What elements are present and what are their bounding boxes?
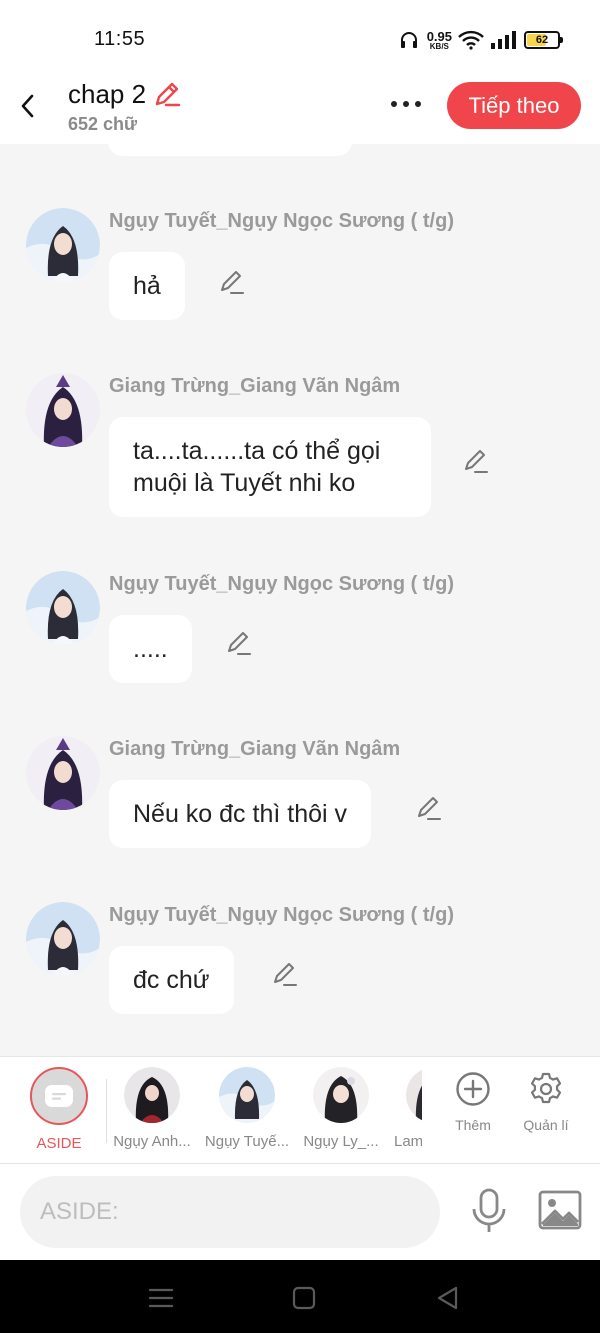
more-options-button[interactable] [386,92,426,116]
character-name: Ngụy Tuyế... [204,1133,290,1150]
avatar[interactable] [26,208,100,282]
back-button[interactable] [12,86,44,126]
menu-icon[interactable] [147,1284,175,1312]
image-icon[interactable] [538,1190,582,1230]
chat-area[interactable]: Ngụy Tuyết_Ngụy Ngọc Sương ( t/g) hả Gia… [0,144,600,1056]
character-name: Ngụy Anh... [113,1133,191,1150]
previous-message-bubble [108,144,352,156]
character-bar: ASIDE Ngụy Anh... Ngụy Tuyế... Ngụy Ly_.… [0,1056,600,1164]
signal-icon [491,31,516,49]
avatar[interactable] [26,373,100,447]
character-avatar [219,1067,275,1123]
plus-circle-icon [456,1072,490,1106]
message-bubble[interactable]: đc chứ [109,946,234,1014]
edit-message-icon[interactable] [218,268,246,296]
sender-name: Ngụy Tuyết_Ngụy Ngọc Sương ( t/g) [109,573,454,595]
edit-message-icon[interactable] [271,960,299,988]
sender-name: Ngụy Tuyết_Ngụy Ngọc Sương ( t/g) [109,904,454,926]
avatar[interactable] [26,736,100,810]
header: chap 2 652 chữ Tiếp theo [0,78,600,144]
character-item[interactable]: Ngụy Ly_... [298,1067,384,1150]
back-triangle-icon[interactable] [434,1284,462,1312]
chevron-left-icon [21,94,34,118]
word-count: 652 chữ [68,114,138,134]
status-bar: 11:55 0.95 KB/S 62 [0,0,600,78]
wifi-icon [458,30,484,50]
aside-icon [45,1085,73,1107]
sender-name: Ngụy Tuyết_Ngụy Ngọc Sương ( t/g) [109,210,454,232]
manage-label: Quản lí [523,1117,569,1133]
edit-message-icon[interactable] [225,629,253,657]
character-item[interactable]: Lam [392,1067,422,1150]
status-icons: 0.95 KB/S 62 [399,26,563,54]
edit-message-icon[interactable] [415,794,443,822]
headphones-icon [400,32,417,48]
character-name: Lam [394,1133,422,1150]
message-input[interactable] [20,1176,440,1248]
input-bar [0,1164,600,1260]
avatar[interactable] [26,571,100,645]
message-bubble[interactable]: Nếu ko đc thì thôi v [109,780,372,848]
character-avatar [406,1067,422,1123]
home-icon[interactable] [290,1284,318,1312]
message-bubble[interactable]: hả [109,252,185,320]
character-avatar [124,1067,180,1123]
add-label: Thêm [455,1117,491,1133]
edit-message-icon[interactable] [462,447,490,475]
character-aside[interactable]: ASIDE [16,1067,102,1152]
title-block: chap 2 652 chữ [68,78,182,135]
message-bubble[interactable]: ..... [109,615,192,683]
network-speed-unit: KB/S [429,41,449,51]
battery-icon: 62 [524,31,563,49]
edit-title-icon[interactable] [152,79,182,109]
divider [106,1079,107,1143]
gear-icon [530,1072,562,1104]
status-time: 11:55 [94,28,146,50]
message-bubble[interactable]: ta....ta......ta có thể gọi muội là Tuyế… [109,417,431,517]
character-item[interactable]: Ngụy Anh... [109,1067,195,1150]
character-name: Ngụy Ly_... [303,1133,379,1150]
sender-name: Giang Trừng_Giang Vãn Ngâm [109,738,401,760]
microphone-icon[interactable] [470,1188,508,1234]
avatar[interactable] [26,902,100,976]
character-avatar [313,1067,369,1123]
page-title: chap 2 [68,78,147,109]
system-nav-bar [0,1260,600,1333]
character-name: ASIDE [36,1135,82,1152]
aside-avatar [30,1067,88,1125]
network-speed-value: 0.95 [426,28,452,44]
next-chapter-button[interactable]: Tiếp theo [447,82,581,129]
manage-button[interactable]: Quản lí [511,1071,581,1133]
character-item[interactable]: Ngụy Tuyế... [204,1067,290,1150]
network-speed: 0.95 KB/S [427,30,452,51]
sender-name: Giang Trừng_Giang Vãn Ngâm [109,375,401,397]
battery-level: 62 [535,34,549,46]
add-character-button[interactable]: Thêm [438,1071,508,1133]
